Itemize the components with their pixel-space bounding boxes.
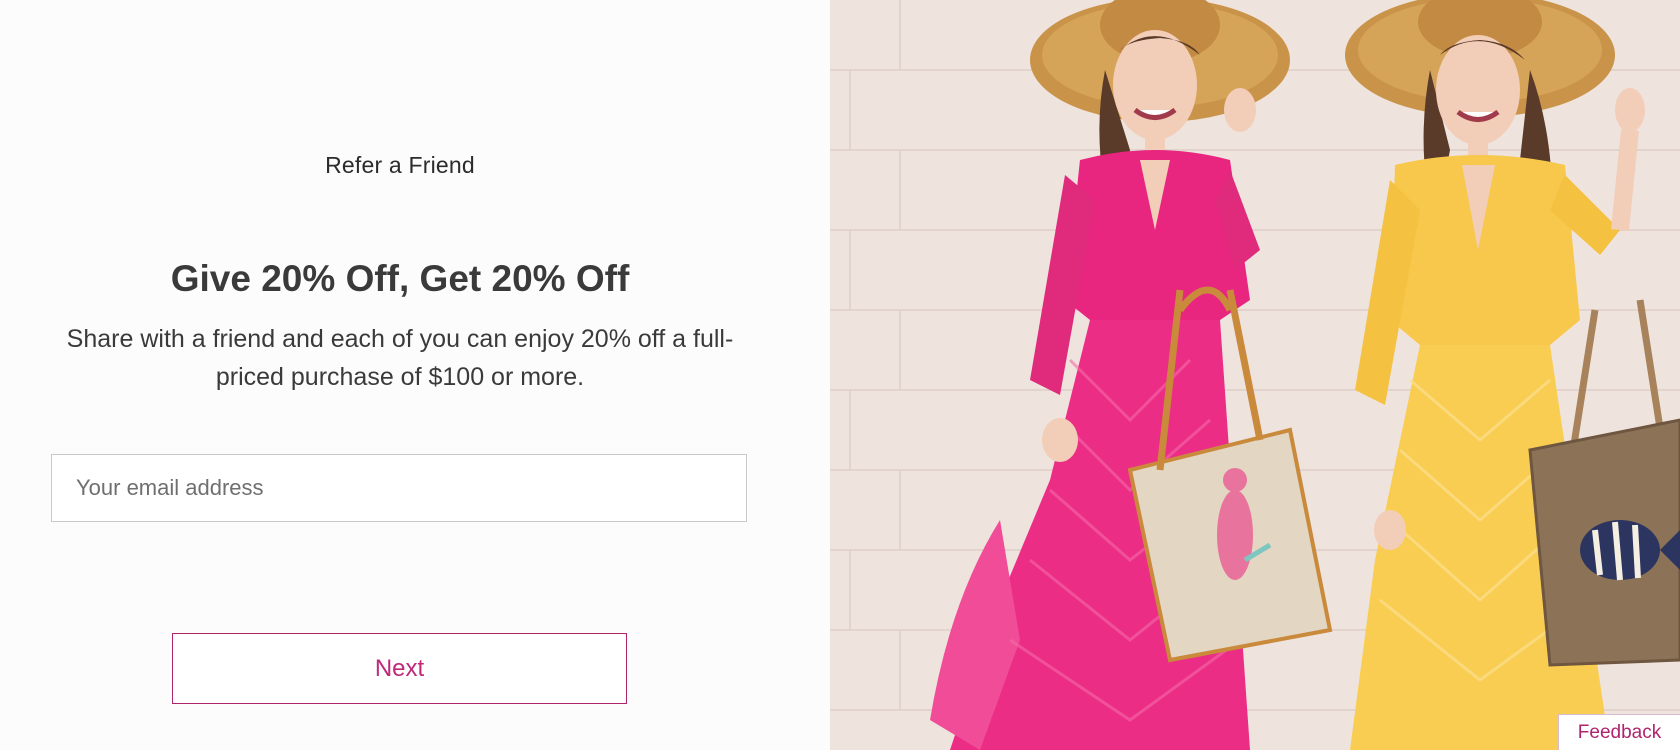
panel-eyebrow: Refer a Friend — [325, 152, 475, 178]
promo-photo-illustration — [830, 0, 1680, 750]
next-button[interactable]: Next — [172, 633, 627, 704]
offer-headline: Give 20% Off, Get 20% Off — [170, 258, 630, 299]
offer-description: Share with a friend and each of you can … — [66, 325, 734, 391]
promo-photo — [830, 0, 1680, 750]
refer-a-friend-panel: Refer a Friend Give 20% Off, Get 20% Off… — [0, 0, 830, 750]
feedback-button[interactable]: Feedback — [1558, 714, 1680, 750]
email-field[interactable] — [51, 454, 747, 522]
